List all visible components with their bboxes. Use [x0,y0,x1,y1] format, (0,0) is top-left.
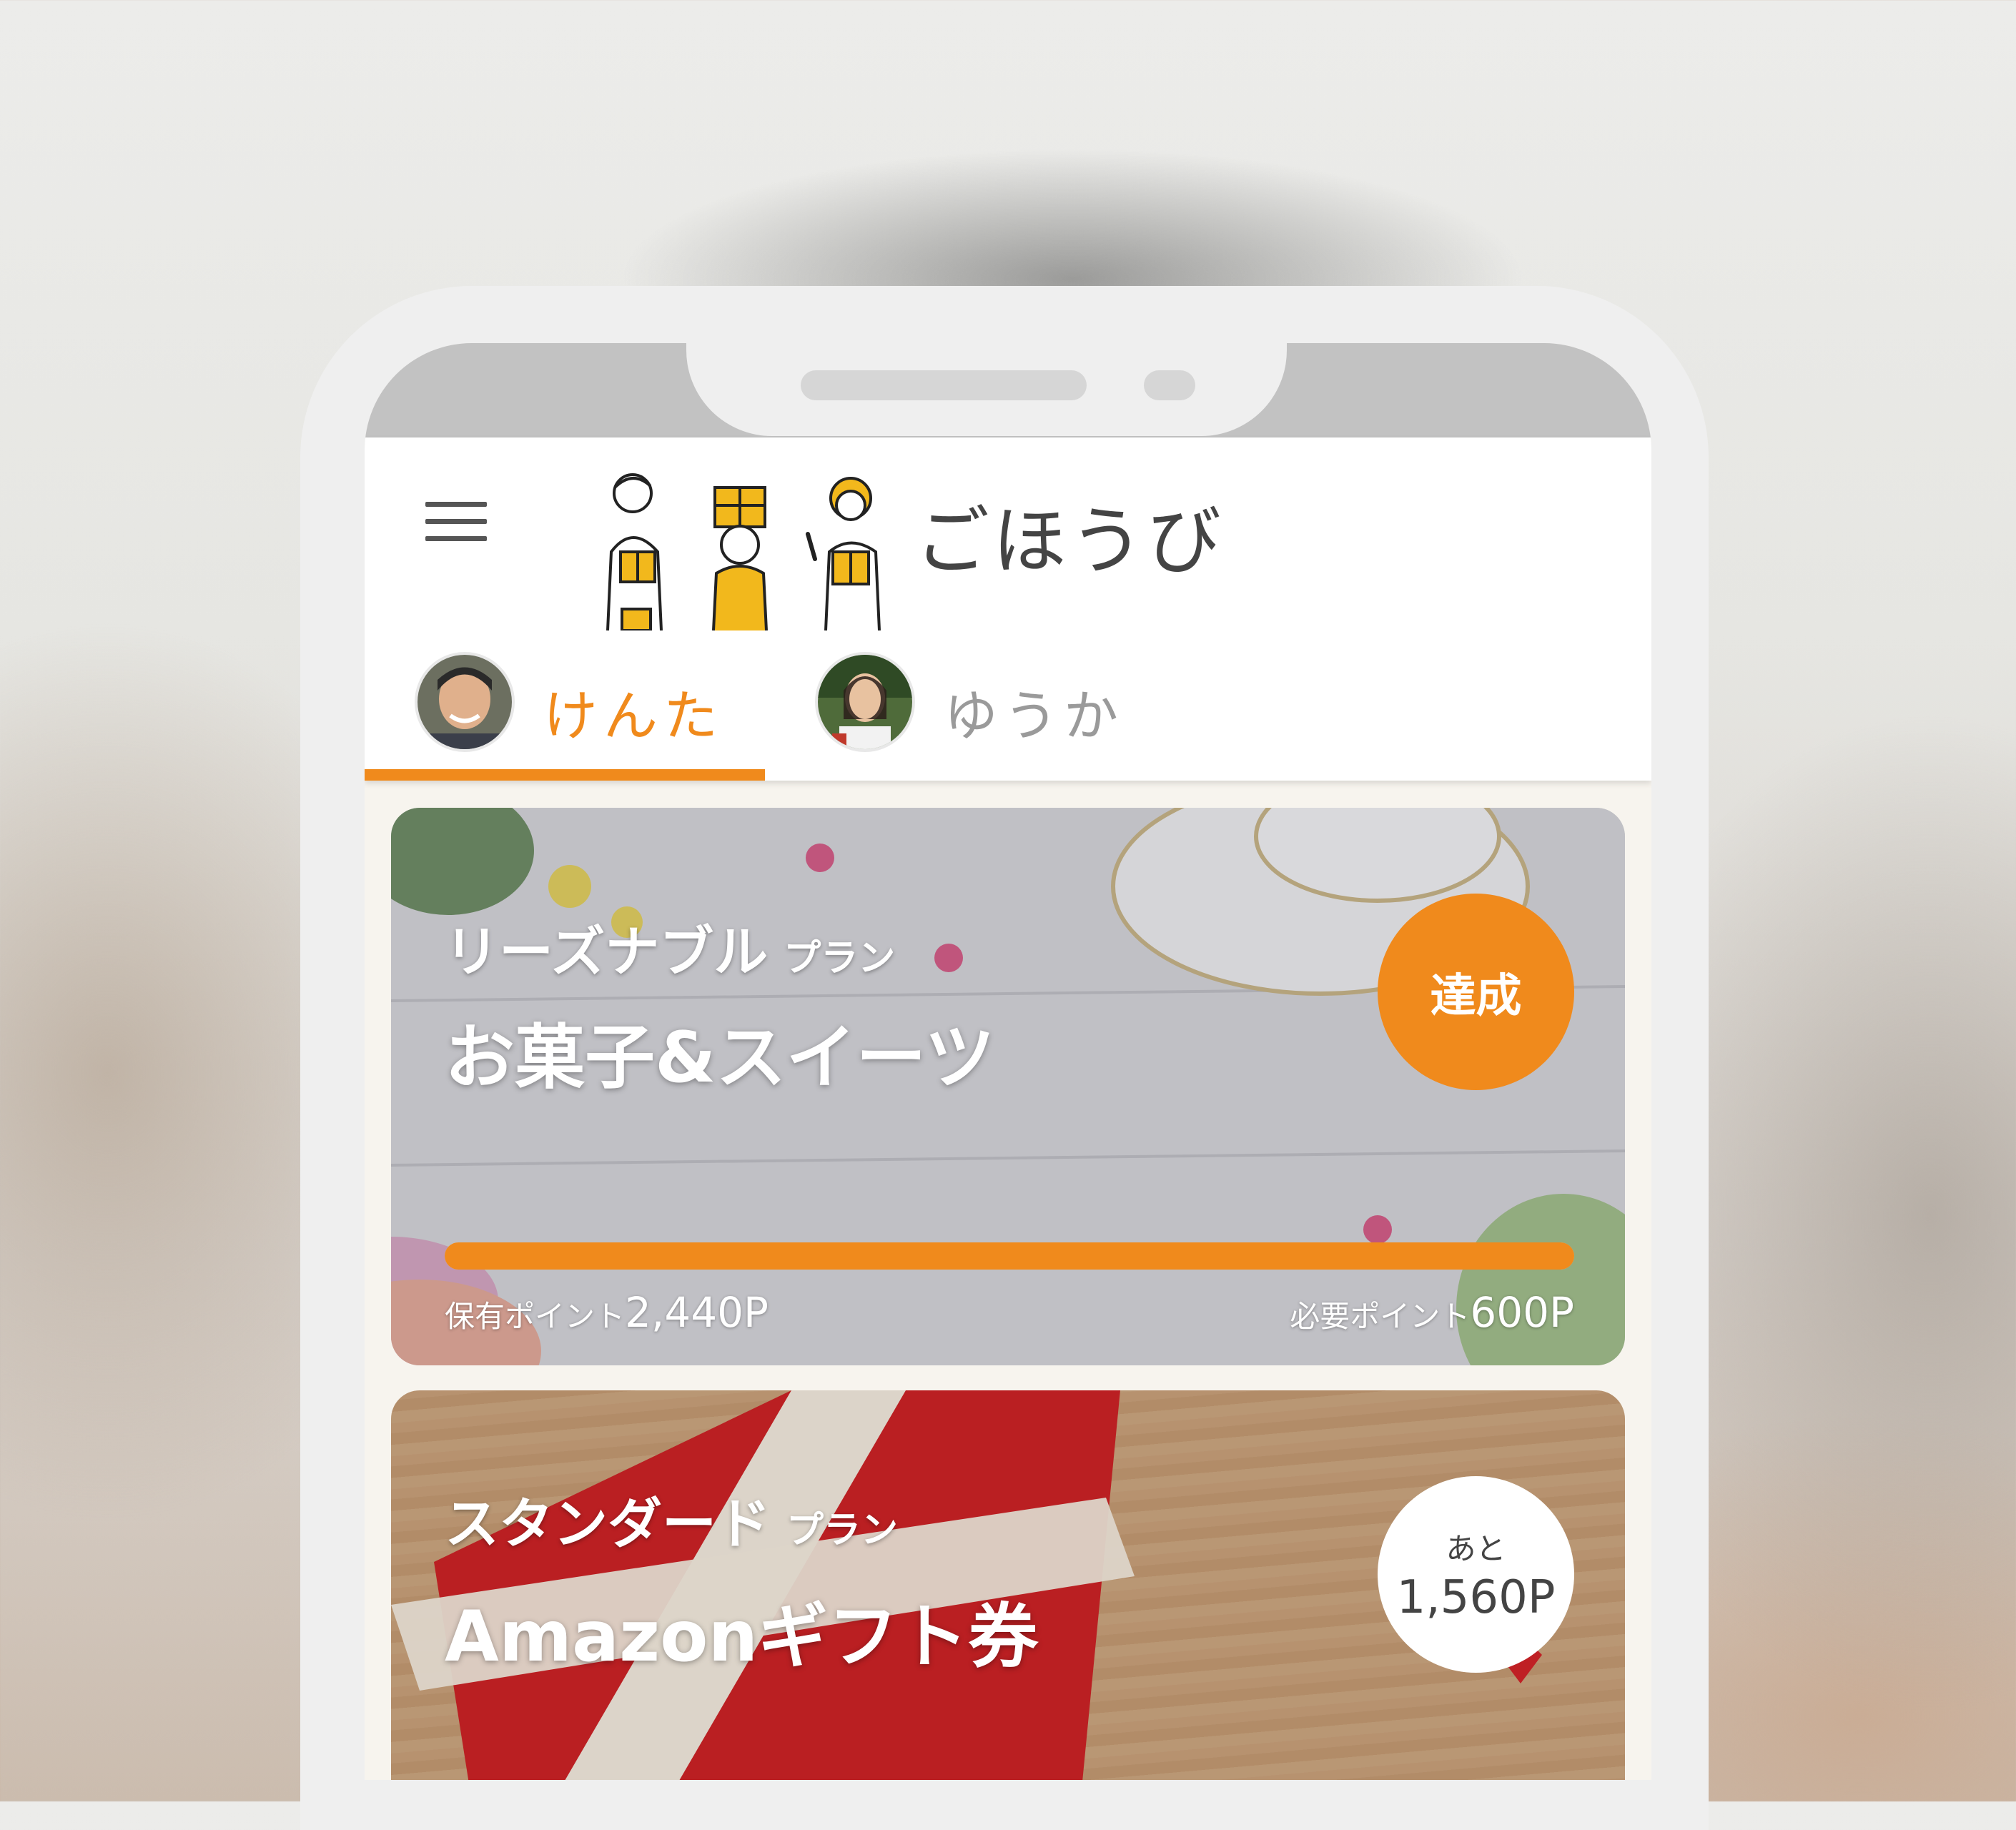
phone-notch [686,286,1287,436]
plan-label: リーズナブル プラン [445,908,895,986]
app-screen: ごほうび けんた ゆうか リーズナブル プラン お菓子&スイーツ 達成 保有ポイ… [365,343,1651,1780]
tab-label: ゆうか [944,684,1124,748]
progress-fill [445,1242,1574,1270]
phone-camera [1144,370,1195,400]
plan-name: リーズナブル [445,920,769,984]
required-points-label: 必要ポイント [1290,1299,1471,1334]
reward-title: Amazonギフト券 [445,1596,1039,1678]
owned-points-value: 2,440P [625,1288,769,1337]
tab-yuka[interactable]: ゆうか [765,638,1165,781]
required-points-value: 600P [1470,1288,1574,1337]
owned-points: 保有ポイント2,440P [445,1288,769,1337]
remaining-points-badge: あと 1,560P [1378,1476,1574,1673]
remaining-value: 1,560P [1396,1571,1556,1624]
hamburger-menu-icon[interactable] [425,502,487,545]
family-gift-illustration [606,473,881,630]
tab-kenta[interactable]: けんた [365,638,765,781]
reward-card[interactable]: リーズナブル プラン お菓子&スイーツ 達成 保有ポイント2,440P 必要ポイン… [391,808,1625,1365]
progress-bar [445,1242,1574,1270]
plan-suffix: プラン [784,937,896,980]
avatar [415,652,515,752]
remaining-label: あと [1446,1531,1506,1566]
reward-title: お菓子&スイーツ [445,1017,995,1099]
owned-points-label: 保有ポイント [445,1299,626,1334]
tab-label: けんた [543,684,723,748]
required-points: 必要ポイント600P [1290,1288,1574,1337]
phone-speaker [801,370,1087,400]
avatar [815,652,915,752]
plan-name: スタンダード [445,1492,771,1556]
plan-label: スタンダード プラン [445,1480,898,1558]
app-bar: ごほうび けんた ゆうか [365,437,1651,781]
reward-card[interactable]: スタンダード プラン Amazonギフト券 あと 1,560P [391,1390,1625,1780]
active-tab-indicator [365,769,765,781]
app-title: ごほうび [915,498,1225,585]
status-badge: 達成 [1378,894,1574,1090]
plan-suffix: プラン [786,1509,899,1552]
